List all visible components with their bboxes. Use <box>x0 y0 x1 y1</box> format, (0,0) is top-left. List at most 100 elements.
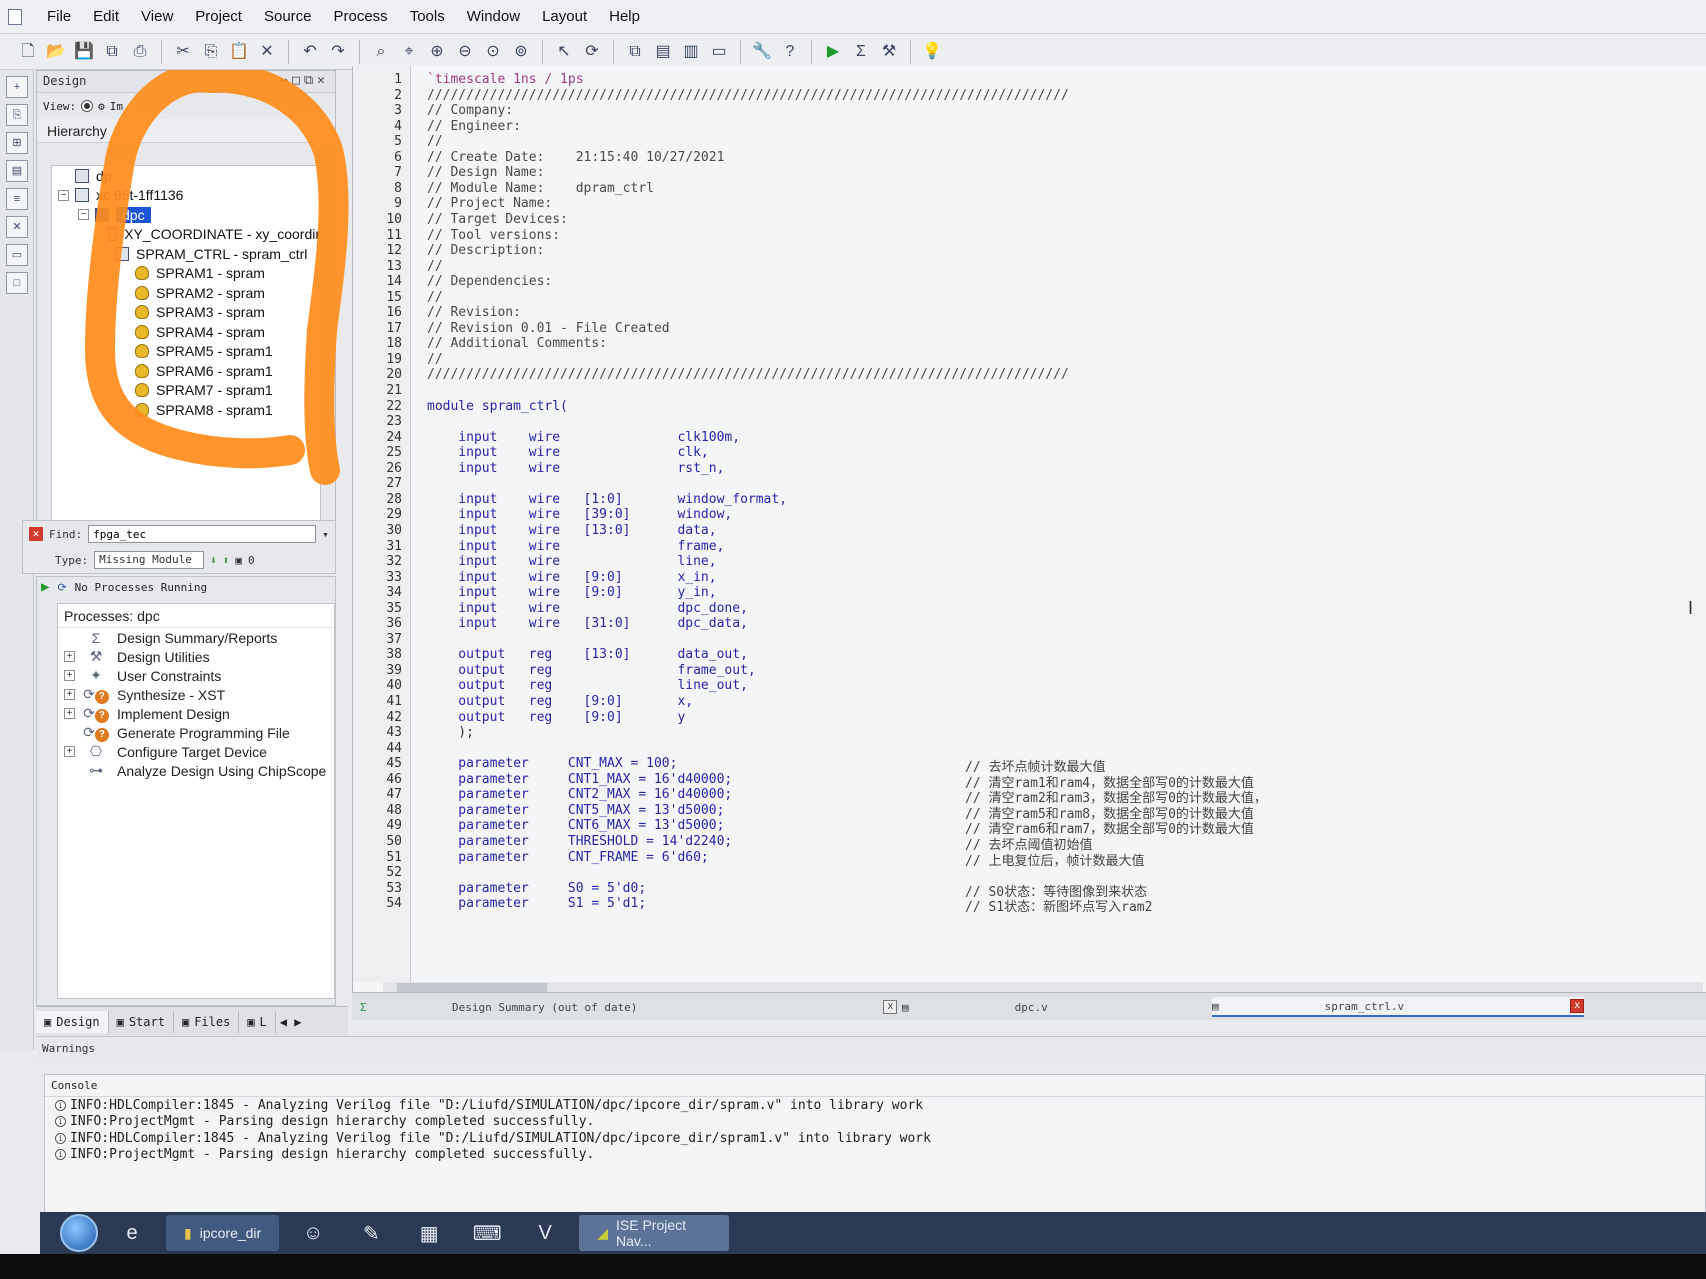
menu-window[interactable]: Window <box>456 5 531 28</box>
user-icon[interactable]: ☺ <box>289 1215 337 1251</box>
tree-node-xy_coordinate[interactable]: XY_COORDINATE - xy_coordir <box>52 225 320 245</box>
tab-l[interactable]: ▣ L <box>239 1010 276 1033</box>
code-line[interactable]: input wire [1:0] window_format, <box>427 492 787 507</box>
hierarchy-tree[interactable]: dp − xc 95t-1ff1136− dpc XY_COORDINATE - xy_… <box>51 165 321 530</box>
find-next-icon[interactable]: ⬇ <box>210 554 217 567</box>
run-process-icon[interactable]: ▶ <box>41 579 49 595</box>
zoom-fit-icon[interactable]: ⊙ <box>481 40 505 64</box>
view-icon[interactable]: ▭ <box>6 244 28 266</box>
save-all-icon[interactable]: ⧉ <box>100 40 124 64</box>
tree-node-spram8[interactable]: SPRAM8 - spram1 <box>52 400 320 420</box>
save-icon[interactable]: 💾 <box>72 40 96 64</box>
print-icon[interactable]: ⎙ <box>128 40 152 64</box>
code-line[interactable]: parameter S1 = 5'd1; <box>427 896 646 911</box>
menu-help[interactable]: Help <box>598 5 651 28</box>
open-folder-icon[interactable]: 📂 <box>44 40 68 64</box>
expand-toggle-icon[interactable]: + <box>64 651 75 662</box>
hierarchy-icon[interactable]: ⊞ <box>6 132 28 154</box>
close-tab-icon[interactable]: x <box>1570 999 1585 1013</box>
collapse-toggle-icon[interactable]: − <box>78 209 89 221</box>
lightbulb-icon[interactable]: 💡 <box>920 40 944 64</box>
code-line[interactable]: output reg line_out, <box>427 678 748 693</box>
redo-icon[interactable]: ↷ <box>326 40 350 64</box>
code-line[interactable]: parameter THRESHOLD = 14'd2240; <box>427 834 732 849</box>
console-output[interactable]: i INFO:HDLCompiler:1845 - Analyzing Veril… <box>45 1097 1705 1163</box>
process-synthesize-xst[interactable]: + ⟳? Synthesize - XST <box>58 685 334 704</box>
process-user-constraints[interactable]: + ✦ User Constraints <box>58 666 334 685</box>
cut-icon[interactable]: ✂ <box>171 40 195 64</box>
code-line[interactable]: output reg [9:0] x, <box>427 694 693 709</box>
new-file-icon[interactable]: 🗋 <box>16 40 40 64</box>
tab-design[interactable]: ▣ Design <box>36 1010 109 1033</box>
code-line[interactable]: // Revision: <box>427 305 521 320</box>
code-line[interactable]: ); <box>427 725 474 740</box>
add-copy-icon[interactable]: ⎘ <box>6 104 28 126</box>
tree-node-spram1[interactable]: SPRAM1 - spram <box>52 264 320 284</box>
code-line[interactable]: ////////////////////////////////////////… <box>427 88 1069 103</box>
menu-source[interactable]: Source <box>253 5 323 28</box>
code-editor[interactable]: 1 2 3 4 5 6 7 8 9 10 11 12 13 14 15 16 17 18 19 20 21 22 23 24 2… <box>352 66 1706 994</box>
tree-node-spram4[interactable]: SPRAM4 - spram <box>52 322 320 342</box>
expand-toggle-icon[interactable]: + <box>64 746 75 757</box>
code-line[interactable]: input wire [9:0] y_in, <box>427 585 716 600</box>
remove-icon[interactable]: ✕ <box>6 216 28 238</box>
find-previous-icon[interactable]: ⬆ <box>223 554 230 567</box>
find-in-files-icon[interactable]: ⌖ <box>397 40 421 64</box>
code-line[interactable]: // <box>427 290 443 305</box>
code-line[interactable]: `timescale 1ns / 1ps <box>427 72 584 87</box>
inline-comment[interactable]: // S1状态：新图坏点写入ram2 <box>965 896 1152 915</box>
code-line[interactable]: // Description: <box>427 243 544 258</box>
tab-scroll-arrows-icon[interactable]: ◀ ▶ <box>276 1015 306 1029</box>
implementation-radio[interactable] <box>81 100 94 112</box>
code-line[interactable]: // Tool versions: <box>427 228 560 243</box>
menu-edit[interactable]: Edit <box>82 5 130 28</box>
code-line[interactable]: input wire dpc_done, <box>427 601 748 616</box>
code-line[interactable]: parameter CNT5_MAX = 13'd5000; <box>427 803 724 818</box>
undo-icon[interactable]: ↶ <box>298 40 322 64</box>
spram-ctrl-v-tab[interactable]: ▤ spram_ctrl.v x <box>1212 997 1585 1017</box>
properties-icon[interactable]: ≡ <box>6 188 28 210</box>
code-line[interactable]: output reg [9:0] y <box>427 710 685 725</box>
tree-node-dpc[interactable]: − dpc <box>52 205 320 225</box>
tree-node-spram5[interactable]: SPRAM5 - spram1 <box>52 342 320 362</box>
code-line[interactable]: input wire [9:0] x_in, <box>427 570 716 585</box>
code-line[interactable]: input wire line, <box>427 554 716 569</box>
menu-file[interactable]: File <box>36 5 82 28</box>
taskbar-ise[interactable]: ◢ ISE Project Nav... <box>579 1215 730 1251</box>
find-icon[interactable]: ⌕ <box>369 40 393 64</box>
delete-icon[interactable]: ✕ <box>255 40 279 64</box>
code-line[interactable]: parameter CNT_MAX = 100; <box>427 756 677 771</box>
rerun-icon[interactable]: ⟳ <box>57 581 66 594</box>
find-input[interactable] <box>88 525 317 543</box>
tab-start[interactable]: ▣ Start <box>109 1010 174 1033</box>
find-dropdown-arrow-icon[interactable]: ▾ <box>322 528 329 541</box>
implement-icon[interactable]: ⚒ <box>877 40 901 64</box>
collapse-toggle-icon[interactable]: − <box>58 189 69 201</box>
code-line[interactable]: input wire [13:0] data, <box>427 523 716 538</box>
tree-node-spram6[interactable]: SPRAM6 - spram1 <box>52 361 320 381</box>
run-icon[interactable]: ▶ <box>821 40 845 64</box>
open-icon[interactable]: ▤ <box>6 160 28 182</box>
code-line[interactable]: parameter CNT2_MAX = 16'd40000; <box>427 787 732 802</box>
code-line[interactable]: // Design Name: <box>427 165 544 180</box>
expand-toggle-icon[interactable]: + <box>64 670 75 681</box>
console-line[interactable]: i INFO:ProjectMgmt - Parsing design hiera… <box>45 1147 1705 1164</box>
code-line[interactable]: parameter CNT1_MAX = 16'd40000; <box>427 772 732 787</box>
code-line[interactable]: // Engineer: <box>427 119 521 134</box>
paint-icon[interactable]: ✎ <box>347 1215 395 1251</box>
tile-vertical-icon[interactable]: ▥ <box>679 40 703 64</box>
menu-layout[interactable]: Layout <box>531 5 598 28</box>
window-cascade-icon[interactable]: ⧉ <box>623 40 647 64</box>
console-line[interactable]: i INFO:HDLCompiler:1845 - Analyzing Veril… <box>45 1130 1705 1147</box>
expand-toggle-icon[interactable]: + <box>64 708 75 719</box>
zoom-out-icon[interactable]: ⊖ <box>453 40 477 64</box>
code-line[interactable]: parameter S0 = 5'd0; <box>427 881 646 896</box>
refresh-icon[interactable]: ⟳ <box>580 40 604 64</box>
console-line[interactable]: i INFO:ProjectMgmt - Parsing design hiera… <box>45 1114 1705 1131</box>
properties-icon[interactable]: 🔧 <box>750 40 774 64</box>
code-line[interactable]: // Create Date: 21:15:40 10/27/2021 <box>427 150 724 165</box>
ie-icon[interactable]: e <box>108 1215 156 1251</box>
process-design-summary-reports[interactable]: Σ Design Summary/Reports <box>58 628 334 647</box>
calculator-icon[interactable]: ▦ <box>405 1215 453 1251</box>
code-line[interactable]: // Target Devices: <box>427 212 568 227</box>
